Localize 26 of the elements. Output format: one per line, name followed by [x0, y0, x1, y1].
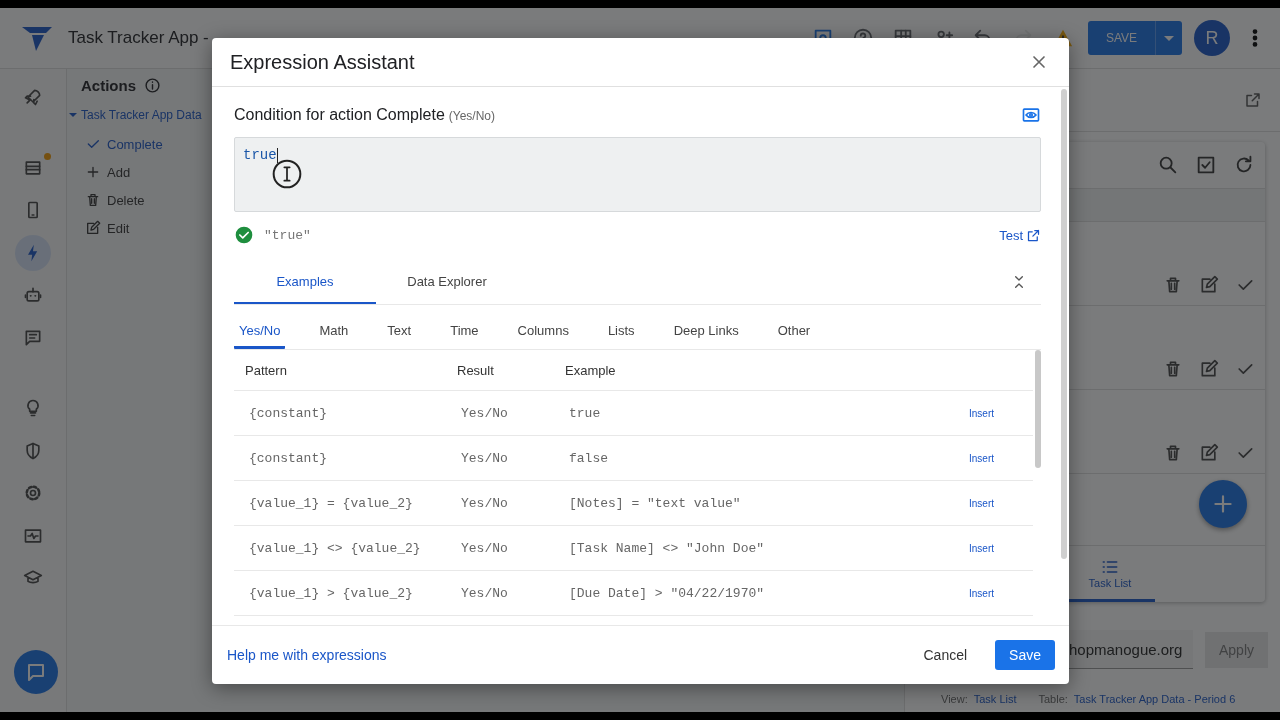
- table-cell-text: Yes/No: [461, 495, 509, 511]
- panel-title: Actions: [81, 77, 136, 94]
- table-cell-text: false: [569, 450, 609, 466]
- table-cell-text: Yes/No: [461, 585, 509, 601]
- view-label: View:: [941, 693, 968, 705]
- table-cell-text: Yes/No: [461, 540, 509, 556]
- dialog-title: Expression Assistant: [230, 50, 415, 74]
- app-title: Task Tracker App -: [68, 28, 210, 48]
- table-cell-text: Yes/No: [461, 450, 509, 466]
- table-cell-text: [Due Date] > "04/22/1970": [569, 585, 766, 601]
- result-preview: "true": [264, 227, 312, 243]
- table-cell-text: {value_1} <> {value_2}: [249, 540, 422, 556]
- column-header: Result: [457, 362, 495, 378]
- table-cell-text: {value_1} > {value_2}: [249, 585, 414, 601]
- condition-type: (Yes/No): [448, 109, 496, 123]
- table-cell-text: Yes/No: [461, 405, 509, 421]
- column-header: Example: [565, 362, 617, 378]
- table-cell-text: {constant}: [249, 405, 328, 421]
- column-header: Pattern: [245, 362, 288, 378]
- condition-label: Condition for action Complete: [234, 106, 445, 123]
- table-cell-text: [Notes] = "text value": [569, 495, 742, 511]
- table-label: Table:: [1038, 693, 1068, 705]
- table-cell-text: [Task Name] <> "John Doe": [569, 540, 766, 556]
- table-cell-text: true: [569, 405, 602, 421]
- table-cell-text: {value_1} = {value_2}: [249, 495, 414, 511]
- table-cell-text: {constant}: [249, 450, 328, 466]
